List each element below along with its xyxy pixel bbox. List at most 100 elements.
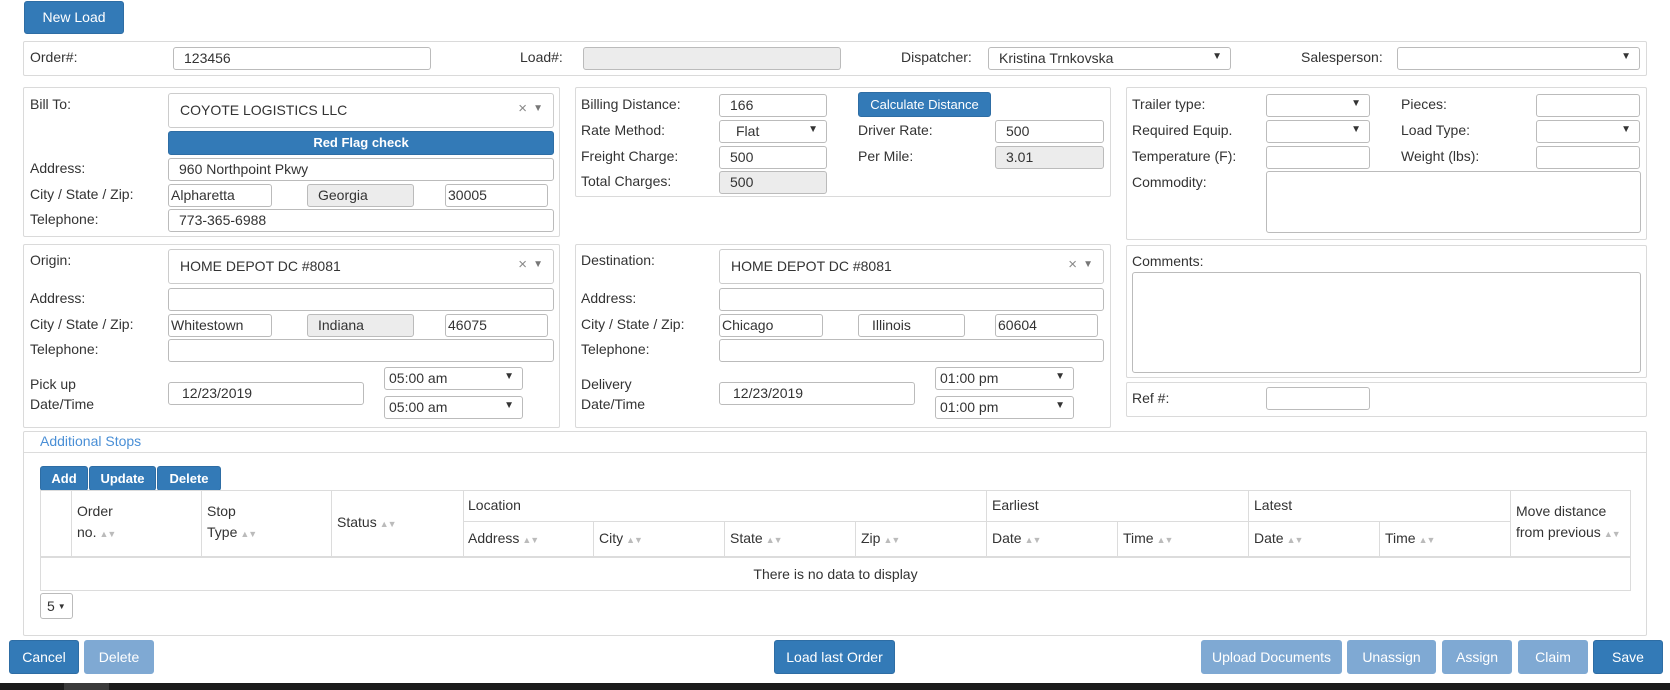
destination-state-input[interactable]: Illinois — [858, 314, 965, 337]
rate-method-select[interactable]: Flat ▼ — [719, 120, 827, 143]
driver-rate-label: Driver Rate: — [858, 122, 933, 138]
dispatcher-select[interactable]: Kristina Trnkovska ▼ — [988, 47, 1231, 70]
col-header-state[interactable]: State ▲▼ — [730, 530, 783, 546]
rate-method-label: Rate Method: — [581, 122, 666, 138]
caret-down-icon: ▼ — [57, 602, 66, 611]
required-equip-select[interactable]: ▼ — [1266, 120, 1370, 143]
caret-down-icon: ▼ — [533, 103, 543, 114]
taskbar-active-item[interactable] — [64, 683, 109, 690]
sort-icon: ▲▼ — [1286, 535, 1304, 545]
delete-button[interactable]: Delete — [84, 640, 154, 674]
col-header-stop-type[interactable]: Stop — [207, 503, 236, 519]
weight-input[interactable] — [1536, 146, 1640, 169]
bill-to-zip-input[interactable]: 30005 — [445, 184, 548, 207]
col-header-move-distance[interactable]: Move distance — [1516, 503, 1606, 519]
add-stop-button[interactable]: Add — [40, 466, 88, 491]
destination-city-input[interactable]: Chicago — [719, 314, 823, 337]
col-divider — [1117, 522, 1118, 557]
save-button[interactable]: Save — [1593, 640, 1663, 674]
driver-rate-input[interactable]: 500 — [995, 120, 1104, 143]
billing-distance-label: Billing Distance: — [581, 96, 681, 112]
col-divider — [463, 491, 464, 557]
origin-select[interactable]: HOME DEPOT DC #8081 × ▼ — [168, 249, 554, 284]
pieces-input[interactable] — [1536, 94, 1640, 117]
clear-icon[interactable]: × — [518, 250, 527, 279]
trailer-type-label: Trailer type: — [1132, 96, 1206, 112]
bill-to-address-input[interactable]: 960 Northpoint Pkwy — [168, 158, 554, 181]
col-divider — [1510, 491, 1511, 557]
billing-distance-input[interactable]: 166 — [719, 94, 827, 117]
bill-to-address-label: Address: — [30, 160, 86, 176]
pickup-date-input[interactable]: 12/23/2019 — [168, 382, 364, 405]
commodity-textarea[interactable] — [1266, 171, 1641, 233]
col-header-move-distance-line2[interactable]: from previous ▲▼ — [1516, 524, 1621, 540]
cancel-button[interactable]: Cancel — [9, 640, 79, 674]
col-header-stop-line1: Stop — [207, 503, 236, 519]
destination-address-input[interactable] — [719, 288, 1104, 311]
additional-stops-title[interactable]: Additional Stops — [40, 433, 141, 449]
sort-icon: ▲▼ — [522, 535, 539, 545]
caret-down-icon: ▼ — [1351, 124, 1361, 135]
page-size-select[interactable]: 5 ▼ — [40, 593, 73, 619]
col-header-order-line2[interactable]: no. ▲▼ — [77, 524, 116, 540]
new-load-button[interactable]: New Load — [24, 1, 124, 34]
bill-to-phone-input[interactable]: 773-365-6988 — [168, 209, 554, 232]
delete-stop-button[interactable]: Delete — [157, 466, 221, 491]
pickup-time-from-select[interactable]: 05:00 am ▼ — [384, 367, 523, 390]
col-header-city[interactable]: City ▲▼ — [599, 530, 643, 546]
assign-button[interactable]: Assign — [1442, 640, 1512, 674]
origin-city-input[interactable]: Whitestown — [168, 314, 272, 337]
bill-to-value: COYOTE LOGISTICS LLC — [180, 102, 348, 118]
per-mile-input: 3.01 — [995, 146, 1104, 169]
clear-icon[interactable]: × — [518, 94, 527, 123]
calculate-distance-button[interactable]: Calculate Distance — [858, 92, 991, 117]
col-header-order-line1: Order — [77, 503, 113, 519]
delivery-time-from-select[interactable]: 01:00 pm ▼ — [935, 367, 1074, 390]
col-header-earliest-time[interactable]: Time ▲▼ — [1123, 530, 1173, 546]
load-type-select[interactable]: ▼ — [1536, 120, 1640, 143]
col-header-stop-type-text: Type — [207, 524, 238, 540]
dispatcher-value: Kristina Trnkovska — [999, 50, 1114, 66]
origin-zip-input[interactable]: 46075 — [445, 314, 548, 337]
temperature-input[interactable] — [1266, 146, 1370, 169]
col-header-order[interactable]: Order — [77, 503, 113, 519]
freight-charge-input[interactable]: 500 — [719, 146, 827, 169]
claim-button[interactable]: Claim — [1518, 640, 1588, 674]
destination-phone-input[interactable] — [719, 339, 1104, 362]
col-header-latest-date[interactable]: Date ▲▼ — [1254, 530, 1304, 546]
upload-documents-button[interactable]: Upload Documents — [1201, 640, 1342, 674]
unassign-button[interactable]: Unassign — [1347, 640, 1436, 674]
bill-to-select[interactable]: COYOTE LOGISTICS LLC × ▼ — [168, 93, 554, 128]
pickup-date-label-2: Date/Time — [30, 396, 95, 412]
salesperson-label: Salesperson: — [1301, 49, 1383, 65]
order-number-input[interactable]: 123456 — [173, 47, 431, 70]
caret-down-icon: ▼ — [1083, 259, 1093, 270]
col-header-latest-time[interactable]: Time ▲▼ — [1385, 530, 1435, 546]
ref-input[interactable] — [1266, 387, 1370, 410]
col-header-status[interactable]: Status ▲▼ — [337, 514, 397, 530]
salesperson-select[interactable]: ▼ — [1397, 47, 1640, 70]
col-header-city-text: City — [599, 530, 624, 546]
delivery-date-input[interactable]: 12/23/2019 — [719, 382, 915, 405]
destination-select[interactable]: HOME DEPOT DC #8081 × ▼ — [719, 249, 1104, 284]
load-last-order-button[interactable]: Load last Order — [774, 640, 895, 674]
destination-zip-input[interactable]: 60604 — [995, 314, 1098, 337]
bill-to-city-input[interactable]: Alpharetta — [168, 184, 272, 207]
col-header-address-text: Address — [468, 530, 520, 546]
col-group-latest: Latest — [1254, 497, 1293, 513]
col-header-earliest-date[interactable]: Date ▲▼ — [992, 530, 1041, 546]
col-header-zip[interactable]: Zip ▲▼ — [861, 530, 900, 546]
col-header-state-text: State — [730, 530, 763, 546]
delivery-time-to-select[interactable]: 01:00 pm ▼ — [935, 396, 1074, 419]
clear-icon[interactable]: × — [1068, 250, 1077, 279]
update-stop-button[interactable]: Update — [89, 466, 156, 491]
pickup-time-to-select[interactable]: 05:00 am ▼ — [384, 396, 523, 419]
comments-textarea[interactable] — [1132, 272, 1641, 373]
origin-phone-input[interactable] — [168, 339, 554, 362]
col-header-stop-type-line2[interactable]: Type ▲▼ — [207, 524, 257, 540]
red-flag-check-button[interactable]: Red Flag check — [168, 131, 554, 155]
col-header-address[interactable]: Address ▲▼ — [468, 530, 539, 546]
bill-to-state-input: Georgia — [307, 184, 414, 207]
trailer-type-select[interactable]: ▼ — [1266, 94, 1370, 117]
origin-address-input[interactable] — [168, 288, 554, 311]
